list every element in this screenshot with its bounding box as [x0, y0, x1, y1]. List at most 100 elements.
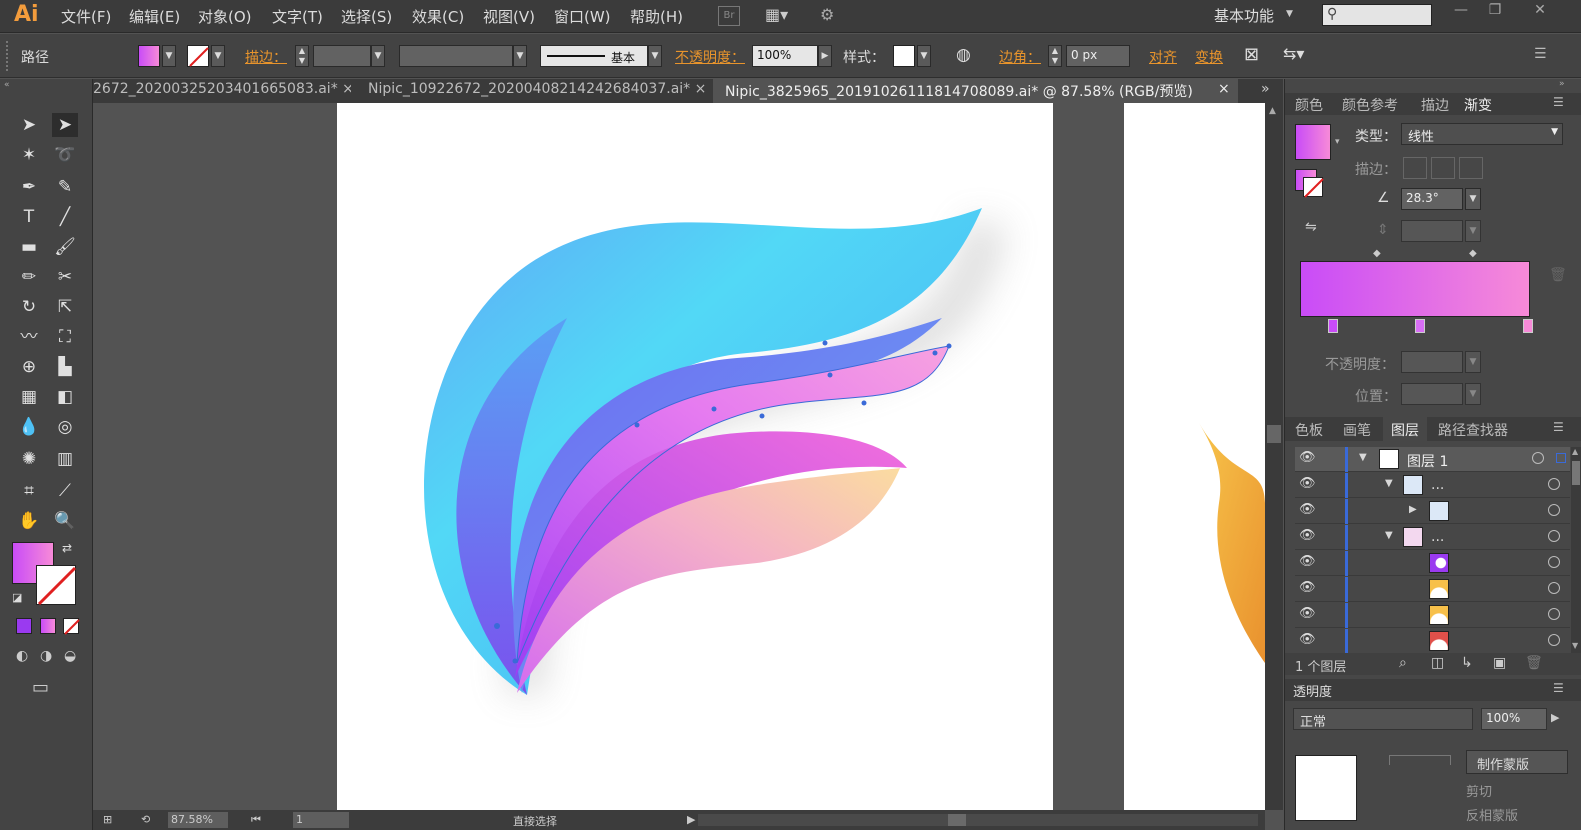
make-mask-button[interactable]: 制作蒙版: [1466, 750, 1568, 774]
zoom-field[interactable]: 87.58%: [168, 812, 228, 828]
close-icon[interactable]: ×: [342, 81, 351, 97]
clipping-mask-icon[interactable]: ◫: [1431, 655, 1444, 671]
midpoint-diamond-icon[interactable]: ◆: [1469, 248, 1477, 259]
menu-view[interactable]: 视图(V): [483, 6, 535, 27]
graphic-style-dropdown[interactable]: ▼: [917, 45, 931, 67]
tab-document-1[interactable]: 2672_20200325203401665083.ai* ×: [93, 79, 351, 103]
target-circle-icon[interactable]: [1548, 634, 1560, 646]
selection-indicator[interactable]: [1556, 453, 1566, 463]
graphic-style-swatch[interactable]: [893, 45, 915, 67]
target-circle-icon[interactable]: [1548, 608, 1560, 620]
stroke-weight-dropdown[interactable]: ▼: [371, 45, 385, 67]
layer-row[interactable]: 👁 ▼ 图层 1: [1295, 447, 1570, 472]
blend-tool-icon[interactable]: ◎: [52, 415, 78, 439]
fill-swatch[interactable]: [138, 45, 160, 67]
clip-checkbox-label[interactable]: 剪切: [1466, 781, 1492, 800]
stop-position-dropdown[interactable]: ▼: [1465, 383, 1481, 405]
opacity-slider-arrow[interactable]: ▶: [1551, 711, 1559, 724]
rotate-view-icon[interactable]: ⟲: [141, 813, 150, 826]
collapse-icon[interactable]: »: [1559, 79, 1565, 89]
default-colors-icon[interactable]: ◪: [12, 591, 22, 604]
bridge-button[interactable]: Br: [718, 6, 740, 26]
first-artboard-icon[interactable]: ⏮: [251, 813, 261, 827]
stop-position-field[interactable]: [1401, 383, 1463, 405]
artboard-number-field[interactable]: 1: [293, 812, 349, 828]
horizontal-scrollbar[interactable]: [698, 814, 1258, 826]
expand-arrow-icon[interactable]: ▼: [1359, 452, 1367, 463]
group-name[interactable]: ...: [1431, 529, 1444, 545]
chevron-down-icon[interactable]: ▼: [1286, 9, 1293, 19]
variable-width-field[interactable]: [399, 45, 513, 67]
draw-inside-icon[interactable]: ◒: [64, 648, 76, 664]
gradient-preview[interactable]: [1295, 124, 1331, 160]
curvature-tool-icon[interactable]: ✎: [52, 175, 78, 199]
rectangle-tool-icon[interactable]: ▬: [16, 235, 42, 259]
transparency-opacity-field[interactable]: 100%: [1481, 708, 1547, 730]
arrange-icon[interactable]: ⇆▾: [1283, 44, 1304, 63]
symbol-sprayer-icon[interactable]: ✺: [16, 447, 42, 471]
anchor-point[interactable]: [827, 372, 833, 378]
tab-document-2[interactable]: Nipic_10922672_20200408214242684037.ai* …: [368, 79, 708, 103]
artboard[interactable]: [337, 103, 1053, 810]
reverse-gradient-icon[interactable]: ⇋: [1305, 219, 1317, 235]
type-tool-icon[interactable]: T: [16, 205, 42, 229]
gpu-performance-icon[interactable]: ⚙: [820, 5, 846, 27]
new-layer-icon[interactable]: ▣: [1493, 655, 1506, 671]
pen-tool-icon[interactable]: ✒: [16, 175, 42, 199]
graph-tool-icon[interactable]: ▥: [52, 447, 78, 471]
eyedropper-icon[interactable]: 💧: [16, 415, 42, 439]
golden-feather-artwork[interactable]: [1124, 103, 1265, 810]
tab-swatches[interactable]: 色板: [1295, 420, 1323, 440]
layer-name[interactable]: 图层 1: [1407, 451, 1448, 471]
target-circle-icon[interactable]: [1548, 582, 1560, 594]
anchor-point[interactable]: [711, 406, 717, 412]
visibility-eye-icon[interactable]: 👁: [1299, 502, 1316, 517]
stroke-dropdown[interactable]: ▼: [211, 45, 225, 67]
delete-layer-icon[interactable]: 🗑: [1525, 655, 1543, 671]
artboard-tool-icon[interactable]: ⌗: [16, 479, 42, 503]
horizontal-scroll-thumb[interactable]: [948, 814, 966, 826]
anchor-point[interactable]: [759, 413, 765, 419]
line-tool-icon[interactable]: ╱: [52, 205, 78, 229]
magic-wand-icon[interactable]: ✶: [16, 143, 42, 167]
visibility-eye-icon[interactable]: 👁: [1299, 580, 1316, 595]
tab-document-3[interactable]: Nipic_3825965_20191026111814708089.ai* @…: [713, 79, 1238, 103]
corner-field[interactable]: 0 px: [1066, 45, 1130, 67]
gradient-stop-left[interactable]: [1328, 319, 1338, 333]
swap-colors-icon[interactable]: ⇄: [62, 541, 72, 555]
stroke-along-icon[interactable]: [1431, 157, 1455, 179]
opacity-link[interactable]: 不透明度：: [675, 47, 745, 67]
close-button[interactable]: ✕: [1526, 2, 1554, 20]
grip-handle[interactable]: [6, 41, 9, 71]
menu-object[interactable]: 对象(O): [198, 6, 252, 27]
target-circle-icon[interactable]: [1532, 452, 1544, 464]
corner-stepper[interactable]: ▲ ▼: [1048, 45, 1062, 67]
gradient-type-select[interactable]: 线性 ▼: [1401, 123, 1563, 145]
visibility-eye-icon[interactable]: 👁: [1299, 528, 1316, 543]
brush-dropdown[interactable]: ▼: [648, 45, 662, 67]
gradient-tool-icon[interactable]: ◧: [52, 385, 78, 409]
layers-scrollbar[interactable]: ▲ ▼: [1571, 447, 1581, 653]
canvas-area[interactable]: [93, 103, 1265, 810]
gradient-stop-middle[interactable]: [1415, 319, 1425, 333]
target-circle-icon[interactable]: [1548, 530, 1560, 542]
layer-row[interactable]: 👁 ▼ ...: [1295, 473, 1570, 498]
isolate-icon[interactable]: ⊠: [1244, 44, 1259, 65]
stop-opacity-dropdown[interactable]: ▼: [1465, 351, 1481, 373]
scissors-icon[interactable]: ✂: [52, 265, 78, 289]
none-mode-icon[interactable]: [63, 618, 80, 635]
anchor-point[interactable]: [494, 623, 500, 629]
free-transform-icon[interactable]: ⛶: [52, 325, 78, 349]
tab-color[interactable]: 颜色: [1295, 95, 1323, 115]
anchor-point[interactable]: [932, 350, 938, 356]
draw-behind-icon[interactable]: ◑: [40, 648, 52, 664]
panel-menu-icon[interactable]: ☰: [1553, 420, 1564, 434]
anchor-point[interactable]: [861, 400, 867, 406]
invert-mask-checkbox-label[interactable]: 反相蒙版: [1466, 805, 1518, 824]
minimize-button[interactable]: —: [1447, 2, 1475, 20]
anchor-point[interactable]: [822, 340, 828, 346]
close-icon[interactable]: ×: [695, 81, 707, 97]
mesh-tool-icon[interactable]: ▦: [16, 385, 42, 409]
menu-effect[interactable]: 效果(C): [412, 6, 464, 27]
scroll-up-icon[interactable]: ▲: [1572, 447, 1578, 456]
